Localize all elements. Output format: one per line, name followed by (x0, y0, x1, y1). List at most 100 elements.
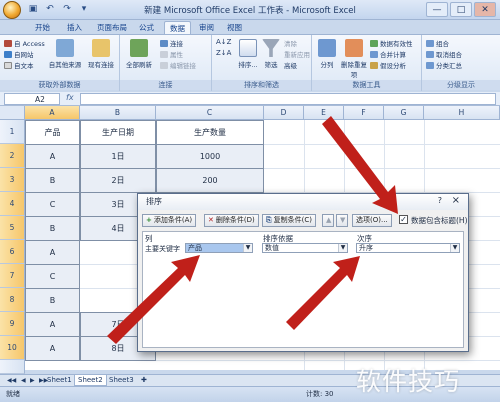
dialog-close-icon[interactable]: × (452, 195, 460, 206)
name-box[interactable]: A2 (4, 93, 60, 105)
sort-button[interactable]: 排序... (236, 39, 260, 69)
close-button[interactable]: ✕ (474, 2, 496, 17)
refresh-all-button[interactable]: 全部刷新 (124, 39, 154, 69)
subtotal-button[interactable]: 分类汇总 (426, 60, 462, 70)
consolidate-button[interactable]: 合并计算 (370, 49, 406, 59)
tab-home[interactable]: 开始 (30, 21, 55, 34)
table-cell[interactable]: B (25, 168, 80, 193)
row-header-10[interactable]: 10 (0, 336, 25, 360)
sheet-nav-first-icon[interactable]: ◀◀ (4, 375, 19, 386)
table-cell[interactable]: 200 (156, 168, 264, 193)
delete-level-button[interactable]: ✕ 删除条件(D) (204, 214, 259, 227)
row-header-6[interactable]: 6 (0, 240, 25, 264)
row-header-7[interactable]: 7 (0, 264, 25, 288)
move-up-button[interactable]: ▲ (322, 214, 334, 227)
tab-review[interactable]: 审阅 (194, 21, 219, 34)
select-all-corner[interactable] (0, 106, 25, 120)
row-header-2[interactable]: 2 (0, 144, 25, 168)
add-level-button[interactable]: + 添加条件(A) (142, 214, 197, 227)
funnel-icon (262, 39, 280, 57)
column-heading: 列 (145, 234, 153, 243)
from-access-button[interactable]: 自 Access (4, 38, 45, 48)
column-header-d[interactable]: D (264, 106, 304, 120)
sort-az-button[interactable]: A↓Z (216, 38, 231, 46)
move-down-button[interactable]: ▼ (336, 214, 348, 227)
from-other-sources-button[interactable]: 自其他来源 (48, 39, 82, 69)
table-cell[interactable]: A (25, 240, 80, 265)
row-header-1[interactable]: 1 (0, 120, 25, 144)
has-headers-checkbox[interactable]: ✓ (399, 215, 408, 224)
column-header-g[interactable]: G (384, 106, 424, 120)
table-cell[interactable]: 1000 (156, 144, 264, 169)
sort-za-button[interactable]: Z↓A (216, 49, 231, 57)
column-header-e[interactable]: E (304, 106, 344, 120)
row-header-3[interactable]: 3 (0, 168, 25, 192)
tab-insert[interactable]: 插入 (62, 21, 87, 34)
reapply-button[interactable]: 重新应用 (284, 49, 310, 59)
insert-sheet-icon[interactable]: ✚ (138, 375, 150, 386)
minimize-button[interactable]: — (426, 2, 448, 17)
sort-icon (239, 39, 257, 57)
table-header-product[interactable]: 产品 (25, 120, 80, 145)
what-if-button[interactable]: 假设分析 (370, 60, 406, 70)
row-header-11[interactable] (0, 360, 25, 374)
refresh-icon (130, 39, 148, 57)
sort-key-dropdown[interactable]: 产品 ▼ (185, 243, 253, 253)
table-cell[interactable]: B (25, 288, 80, 313)
from-text-button[interactable]: 自文本 (4, 60, 34, 70)
group-button[interactable]: 组合 (426, 38, 449, 48)
fx-icon[interactable]: fx (66, 93, 74, 102)
connections-button[interactable]: 连接 (160, 38, 183, 48)
properties-button[interactable]: 属性 (160, 49, 183, 59)
filter-button[interactable]: 筛选 (260, 39, 282, 69)
table-header-quantity[interactable]: 生产数量 (156, 120, 264, 145)
table-header-date[interactable]: 生产日期 (80, 120, 156, 145)
sheet-tab-3[interactable]: Sheet3 (106, 375, 137, 386)
column-header-h[interactable]: H (424, 106, 500, 120)
row-header-8[interactable]: 8 (0, 288, 25, 312)
formula-input[interactable] (80, 93, 496, 105)
ribbon: 自 Access 自网站 自文本 自其他来源 现有连接 获取外部数据 全部刷新 … (0, 34, 500, 91)
remove-duplicates-icon (345, 39, 363, 57)
sheet-tab-2[interactable]: Sheet2 (74, 375, 107, 386)
column-header-b[interactable]: B (80, 106, 156, 120)
table-cell[interactable]: 2日 (80, 168, 156, 193)
help-icon[interactable]: ? (438, 196, 442, 205)
clear-button[interactable]: 清除 (284, 38, 297, 48)
advanced-button[interactable]: 高级 (284, 60, 297, 70)
sort-on-dropdown[interactable]: 数值 ▼ (262, 243, 348, 253)
row-header-4[interactable]: 4 (0, 192, 25, 216)
options-button[interactable]: 选项(O)... (352, 214, 392, 227)
existing-connections-button[interactable]: 现有连接 (84, 39, 118, 69)
edit-links-button[interactable]: 编辑链接 (160, 60, 196, 70)
row-header-5[interactable]: 5 (0, 216, 25, 240)
table-cell[interactable]: A (25, 144, 80, 169)
table-cell[interactable]: A (25, 336, 80, 361)
from-web-button[interactable]: 自网站 (4, 49, 34, 59)
column-header-c[interactable]: C (156, 106, 264, 120)
column-header-a[interactable]: A (25, 106, 80, 120)
tab-view[interactable]: 视图 (222, 21, 247, 34)
tab-data[interactable]: 数据 (164, 21, 191, 34)
copy-level-button[interactable]: ⎘ 复制条件(C) (262, 214, 316, 227)
table-cell[interactable]: C (25, 192, 80, 217)
row-header-9[interactable]: 9 (0, 312, 25, 336)
table-cell[interactable]: A (25, 312, 80, 337)
delete-icon: ✕ (208, 216, 214, 224)
table-cell[interactable]: B (25, 216, 80, 241)
remove-duplicates-button[interactable]: 删除重复项 (340, 39, 368, 79)
text-to-columns-button[interactable]: 分列 (316, 39, 338, 69)
table-cell[interactable]: C (25, 264, 80, 289)
order-dropdown[interactable]: 升序 ▼ (356, 243, 460, 253)
table-cell[interactable]: 1日 (80, 144, 156, 169)
sheet-tab-1[interactable]: Sheet1 (44, 375, 75, 386)
group-sort-filter: A↓Z Z↓A 排序... 筛选 清除 重新应用 高级 排序和筛选 (212, 35, 312, 91)
tab-page-layout[interactable]: 页面布局 (92, 21, 132, 34)
subtotal-icon (426, 62, 434, 69)
maximize-button[interactable]: □ (450, 2, 472, 17)
data-validation-button[interactable]: 数据有效性 (370, 38, 413, 48)
tab-formulas[interactable]: 公式 (134, 21, 159, 34)
column-header-f[interactable]: F (344, 106, 384, 120)
ungroup-button[interactable]: 取消组合 (426, 49, 462, 59)
group-label-sort-filter: 排序和筛选 (212, 80, 311, 90)
